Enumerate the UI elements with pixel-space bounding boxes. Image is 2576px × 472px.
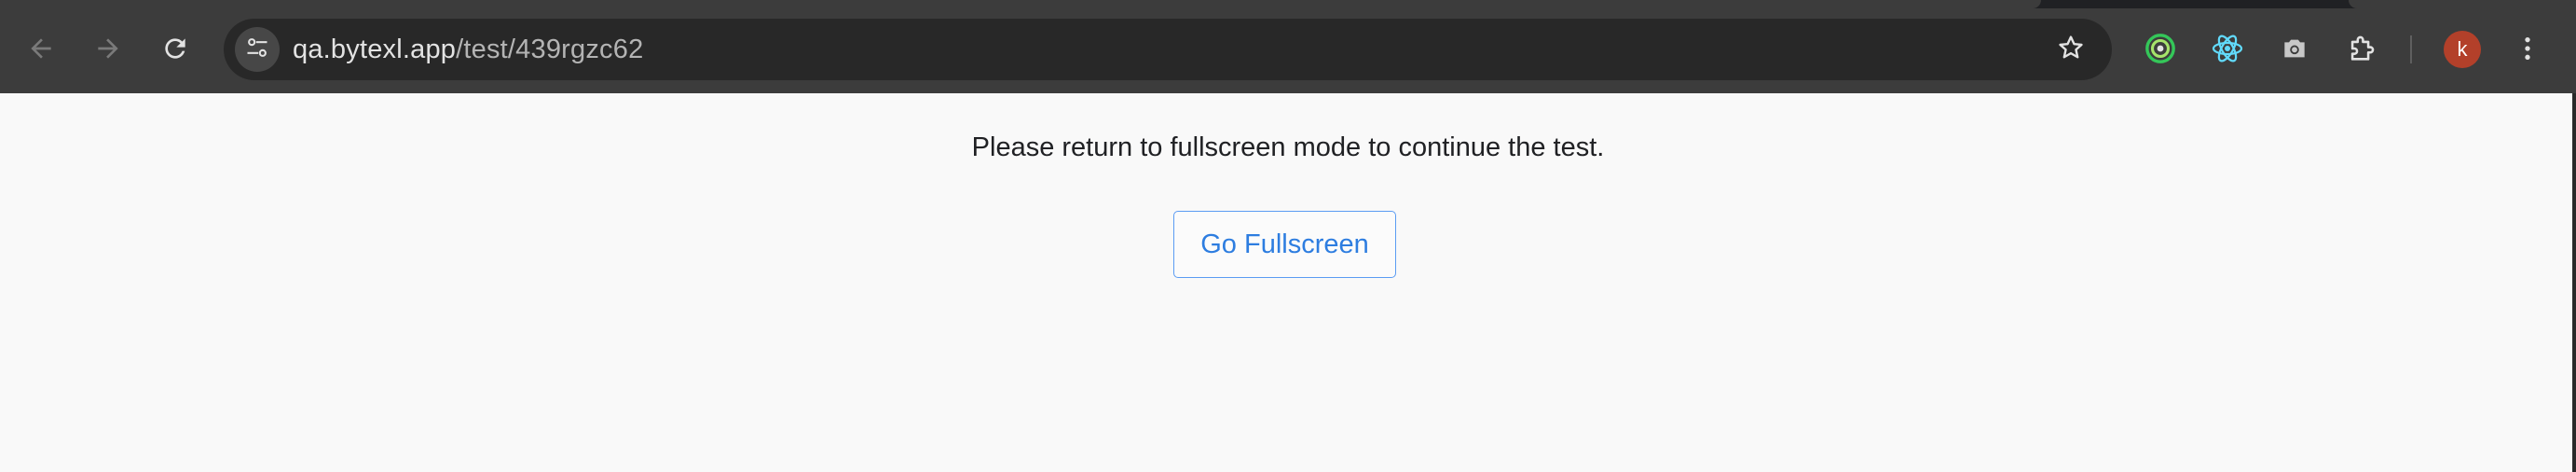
site-info-button[interactable]	[235, 27, 280, 72]
address-bar[interactable]: qa.bytexl.app/test/439rgzc62	[224, 19, 2112, 80]
browser-menu-button[interactable]	[2507, 28, 2548, 73]
profile-avatar[interactable]: k	[2444, 31, 2481, 68]
active-tab-edge[interactable]	[0, 0, 2041, 8]
url-path: /test/439rgzc62	[456, 35, 644, 64]
extension-camera[interactable]	[2272, 28, 2317, 73]
puzzle-extensions-icon	[2346, 33, 2377, 69]
tune-icon	[244, 35, 270, 65]
reload-icon	[160, 34, 190, 68]
star-icon	[2056, 33, 2086, 67]
extension-green-ring[interactable]	[2138, 28, 2183, 73]
forward-icon	[93, 34, 123, 68]
bookmark-button[interactable]	[2048, 27, 2093, 72]
url-host: qa.bytexl.app	[293, 35, 457, 64]
fullscreen-warning-message: Please return to fullscreen mode to cont…	[971, 132, 1605, 162]
extension-react-devtools[interactable]	[2205, 28, 2250, 73]
tab-strip	[0, 0, 2576, 8]
go-fullscreen-button[interactable]: Go Fullscreen	[1173, 211, 1396, 278]
react-devtools-icon	[2211, 32, 2244, 70]
green-ring-extension-icon	[2144, 33, 2176, 69]
browser-toolbar: qa.bytexl.app/test/439rgzc62 k	[0, 0, 2576, 93]
reload-button[interactable]	[149, 24, 201, 76]
more-vertical-icon	[2513, 34, 2542, 68]
other-tab-edge[interactable]	[2349, 0, 2576, 8]
back-icon	[26, 34, 56, 68]
back-button[interactable]	[15, 24, 67, 76]
forward-button[interactable]	[82, 24, 134, 76]
extensions-menu-button[interactable]	[2339, 28, 2384, 73]
camera-extension-icon	[2280, 34, 2309, 68]
toolbar-divider	[2410, 35, 2412, 63]
url-text[interactable]: qa.bytexl.app/test/439rgzc62	[293, 19, 643, 80]
